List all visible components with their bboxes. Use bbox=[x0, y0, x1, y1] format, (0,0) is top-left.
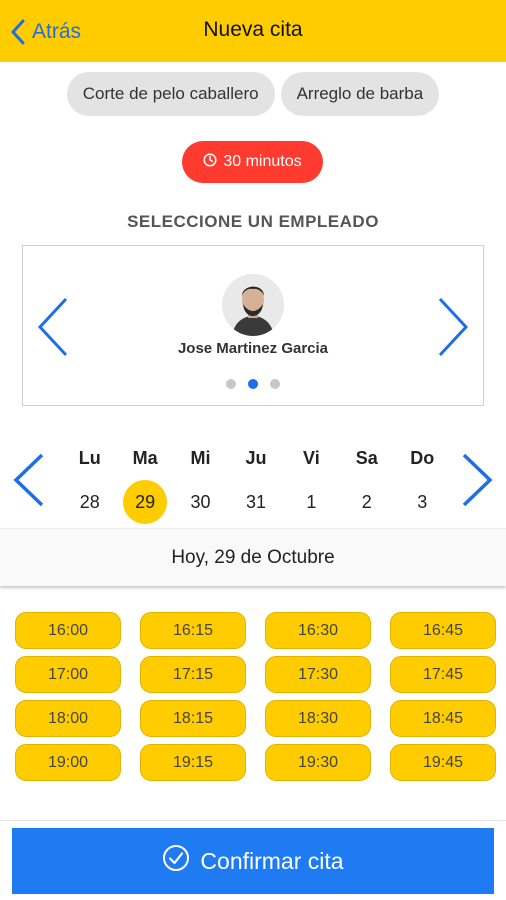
time-slot-button[interactable]: 19:30 bbox=[265, 744, 371, 781]
service-chips: Corte de pelo caballero Arreglo de barba bbox=[0, 72, 506, 116]
week-prev-button[interactable] bbox=[12, 452, 46, 513]
time-slot-button[interactable]: 16:15 bbox=[140, 612, 246, 649]
carousel-dot[interactable] bbox=[226, 379, 236, 389]
time-slot-button[interactable]: 16:00 bbox=[15, 612, 121, 649]
time-slot-button[interactable]: 17:30 bbox=[265, 656, 371, 693]
selected-date-bar: Hoy, 29 de Octubre bbox=[0, 528, 506, 586]
time-slot-button[interactable]: 19:45 bbox=[390, 744, 496, 781]
page-title: Nueva cita bbox=[203, 18, 303, 41]
employee-next-button[interactable] bbox=[435, 296, 471, 363]
top-bar: Atrás Nueva cita bbox=[0, 0, 506, 62]
day-item-selected[interactable]: Ma 29 bbox=[117, 448, 172, 524]
day-name: Vi bbox=[303, 448, 320, 468]
day-name: Sa bbox=[355, 448, 378, 468]
day-number[interactable]: 30 bbox=[179, 480, 223, 524]
day-name: Mi bbox=[190, 448, 211, 468]
week-next-button[interactable] bbox=[460, 452, 494, 513]
time-slot-grid: 16:00 16:15 16:30 16:45 17:00 17:15 17:3… bbox=[15, 612, 498, 781]
divider bbox=[0, 820, 506, 821]
week-selector: Lu 28 Ma 29 Mi 30 Ju 31 Vi 1 Sa 2 Do 3 bbox=[0, 440, 506, 526]
time-slot-button[interactable]: 17:15 bbox=[140, 656, 246, 693]
day-number[interactable]: 2 bbox=[345, 480, 389, 524]
day-name: Ju bbox=[245, 448, 267, 468]
employee-section-title: SELECCIONE UN EMPLEADO bbox=[127, 212, 379, 231]
day-item[interactable]: Do 3 bbox=[395, 448, 450, 524]
day-list: Lu 28 Ma 29 Mi 30 Ju 31 Vi 1 Sa 2 Do 3 bbox=[62, 448, 450, 524]
time-slot-button[interactable]: 16:30 bbox=[265, 612, 371, 649]
chevron-right-icon bbox=[435, 297, 471, 362]
service-chip-haircut[interactable]: Corte de pelo caballero bbox=[66, 72, 275, 116]
time-slot-button[interactable]: 18:00 bbox=[15, 700, 121, 737]
carousel-dots bbox=[23, 379, 483, 389]
time-slot-button[interactable]: 19:00 bbox=[15, 744, 121, 781]
day-item[interactable]: Vi 1 bbox=[284, 448, 339, 524]
day-name: Lu bbox=[78, 448, 101, 468]
day-number[interactable]: 3 bbox=[400, 480, 444, 524]
time-slot-button[interactable]: 16:45 bbox=[390, 612, 496, 649]
day-number[interactable]: 1 bbox=[289, 480, 333, 524]
day-item[interactable]: Mi 30 bbox=[173, 448, 228, 524]
day-item[interactable]: Ju 31 bbox=[228, 448, 283, 524]
time-slot-button[interactable]: 18:30 bbox=[265, 700, 371, 737]
chevron-right-icon bbox=[460, 453, 494, 512]
time-slot-button[interactable]: 17:45 bbox=[390, 656, 496, 693]
duration-badge: 30 minutos bbox=[182, 141, 323, 183]
selected-date-label: Hoy, 29 de Octubre bbox=[171, 546, 335, 568]
service-chip-beard[interactable]: Arreglo de barba bbox=[280, 72, 440, 116]
confirm-label: Confirmar cita bbox=[200, 847, 344, 874]
carousel-dot[interactable] bbox=[270, 379, 280, 389]
clock-icon bbox=[203, 152, 223, 172]
time-slot-button[interactable]: 18:45 bbox=[390, 700, 496, 737]
employee-name: Jose Martinez Garcia bbox=[177, 340, 329, 357]
day-name: Ma bbox=[132, 448, 158, 468]
day-number-selected[interactable]: 29 bbox=[123, 480, 168, 524]
check-circle-icon bbox=[162, 844, 200, 878]
day-item[interactable]: Lu 28 bbox=[62, 448, 117, 524]
confirm-appointment-button[interactable]: Confirmar cita bbox=[12, 828, 494, 894]
day-item[interactable]: Sa 2 bbox=[339, 448, 394, 524]
chevron-left-icon bbox=[12, 453, 46, 512]
day-number[interactable]: 31 bbox=[234, 480, 278, 524]
employee-carousel: Jose Martinez Garcia bbox=[22, 245, 484, 406]
carousel-dot-active[interactable] bbox=[248, 379, 258, 389]
duration-label: 30 minutos bbox=[223, 153, 302, 170]
day-number[interactable]: 28 bbox=[68, 480, 112, 524]
time-slot-button[interactable]: 19:15 bbox=[140, 744, 246, 781]
time-slot-button[interactable]: 17:00 bbox=[15, 656, 121, 693]
employee-avatar[interactable] bbox=[222, 274, 284, 336]
time-slot-button[interactable]: 18:15 bbox=[140, 700, 246, 737]
day-name: Do bbox=[410, 448, 435, 468]
